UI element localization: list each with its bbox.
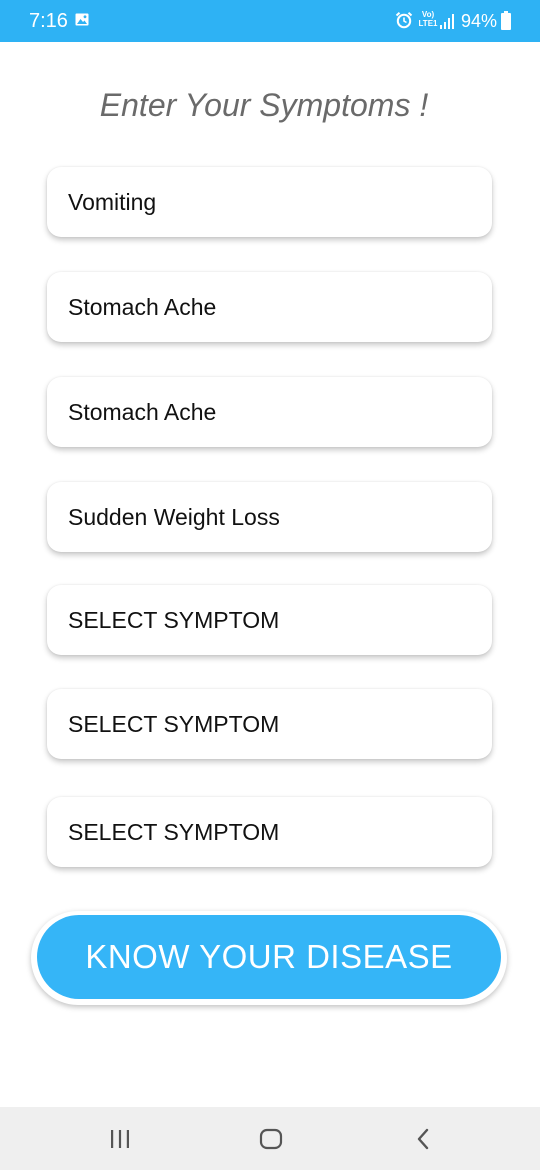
symptom-select-2[interactable]: Stomach Ache [47,272,492,342]
signal-icon [440,14,454,29]
battery-icon [501,11,511,30]
home-button[interactable] [241,1107,301,1170]
volte-icon: Vo) LTE1 [417,10,439,32]
back-button[interactable] [393,1107,453,1170]
symptom-select-7[interactable]: SELECT SYMPTOM [47,797,492,867]
alarm-icon [395,12,413,29]
recent-apps-icon [111,1129,129,1148]
symptom-value: Vomiting [68,189,157,215]
status-bar: 7:16 Vo) LTE1 94% [0,0,540,42]
volte-label-bottom: LTE1 [418,19,438,28]
symptom-value: Sudden Weight Loss [68,504,280,530]
symptom-value: SELECT SYMPTOM [68,711,280,737]
know-your-disease-button[interactable]: KNOW YOUR DISEASE [37,915,501,999]
symptom-value: SELECT SYMPTOM [68,607,280,633]
status-time: 7:16 [29,10,68,32]
symptom-value: Stomach Ache [68,399,217,425]
back-icon [417,1128,429,1149]
symptom-select-3[interactable]: Stomach Ache [47,377,492,447]
symptom-select-1[interactable]: Vomiting [47,167,492,237]
symptom-value: Stomach Ache [68,294,217,320]
battery-percentage: 94% [461,11,498,31]
page-title: Enter Your Symptoms ! [99,87,429,123]
symptom-value: SELECT SYMPTOM [68,819,280,845]
volte-label-top: Vo) [421,10,435,19]
home-icon [259,1128,283,1149]
navigation-bar [0,1107,540,1170]
gallery-icon [75,13,89,26]
symptom-select-4[interactable]: Sudden Weight Loss [47,482,492,552]
symptom-select-5[interactable]: SELECT SYMPTOM [47,585,492,655]
symptom-select-6[interactable]: SELECT SYMPTOM [47,689,492,759]
recent-apps-button[interactable] [90,1107,150,1170]
